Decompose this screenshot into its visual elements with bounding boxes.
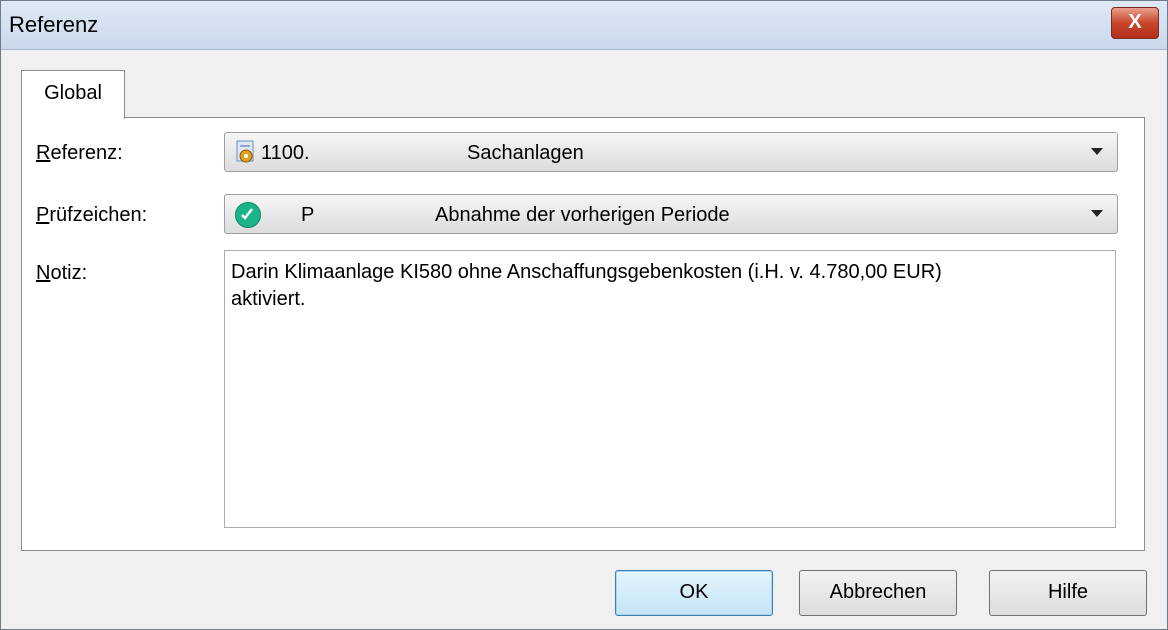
referenz-select[interactable]: 1100. Sachanlagen — [224, 132, 1118, 172]
pruefzeichen-select[interactable]: P Abnahme der vorherigen Periode — [224, 194, 1118, 234]
folder-gear-icon — [236, 140, 254, 163]
title-bar: Referenz X — [1, 1, 1167, 50]
pruefzeichen-text: Abnahme der vorherigen Periode — [435, 204, 730, 226]
cancel-button[interactable]: Abbrechen — [799, 570, 957, 616]
notiz-value: Darin Klimaanlage KI580 ohne Anschaffung… — [231, 261, 942, 310]
notiz-textarea[interactable]: Darin Klimaanlage KI580 ohne Anschaffung… — [224, 250, 1116, 528]
close-icon: X — [1128, 11, 1142, 33]
close-button[interactable]: X — [1111, 7, 1159, 39]
chevron-down-icon — [1091, 148, 1103, 155]
dialog-client: Global Referenz: 1100. Sachanlagen Prüfz… — [1, 50, 1167, 629]
dialog-window: Referenz X Global Referenz: 1100. Sachan… — [0, 0, 1168, 630]
pruefzeichen-code: P — [301, 204, 315, 226]
referenz-text: Sachanlagen — [467, 142, 584, 164]
chevron-down-icon — [1091, 210, 1103, 217]
referenz-label: Referenz: — [36, 142, 123, 164]
pruefzeichen-label: Prüfzeichen: — [36, 204, 148, 226]
tab-panel-global: Referenz: 1100. Sachanlagen Prüfzeichen: — [21, 117, 1145, 551]
help-button[interactable]: Hilfe — [989, 570, 1147, 616]
ok-button[interactable]: OK — [615, 570, 773, 616]
check-circle-icon — [235, 202, 261, 228]
referenz-code: 1100. — [261, 142, 310, 164]
notiz-label: Notiz: — [36, 262, 88, 284]
tab-global[interactable]: Global — [21, 70, 125, 119]
window-title: Referenz — [9, 12, 99, 37]
